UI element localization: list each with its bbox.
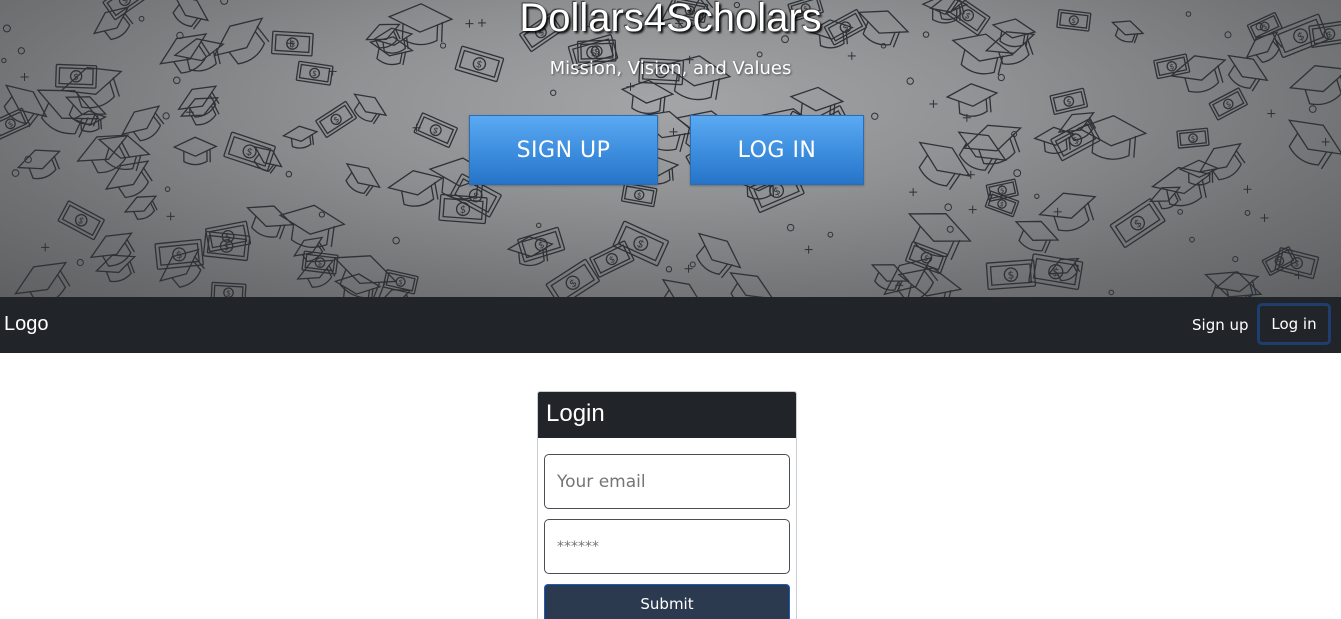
svg-text:$: $	[223, 241, 230, 253]
svg-text:$: $	[459, 204, 466, 216]
submit-button[interactable]: Submit	[544, 584, 790, 619]
svg-text:$: $	[226, 288, 232, 297]
site-title: Dollars4Scholars	[519, 0, 822, 40]
nav-login-link[interactable]: Log in	[1257, 303, 1331, 345]
svg-text:$: $	[1066, 97, 1073, 107]
background-pattern: $$$$$$$$$$$$$$$$$$$$$$$$$ $$$$$$$$$$$$$$$…	[0, 0, 1341, 297]
svg-text:$: $	[1190, 134, 1195, 142]
hero-signup-button[interactable]: SIGN UP	[469, 115, 658, 185]
login-card: Login Submit	[537, 391, 797, 619]
hero-login-button[interactable]: LOG IN	[690, 115, 864, 185]
navbar: Logo Sign up Log in	[0, 297, 1341, 353]
login-card-title: Login	[538, 392, 796, 438]
svg-text:$: $	[289, 40, 295, 50]
svg-text:$: $	[1007, 269, 1015, 281]
nav-signup-link[interactable]: Sign up	[1192, 316, 1249, 334]
hero-banner: $ $ $ $ $ $ $ $ $ $ $ $ $ $ $ $ $ $ $ $ $ $ $ $ $ $ $ $ $ $ $ $ $ $ $ $ $ $ $ $…	[0, 0, 1341, 297]
svg-text:$: $	[999, 186, 1005, 195]
password-input[interactable]	[544, 519, 790, 574]
email-input[interactable]	[544, 454, 790, 509]
site-subtitle: Mission, Vision, and Values	[549, 58, 792, 79]
brand-logo[interactable]: Logo	[4, 313, 49, 336]
